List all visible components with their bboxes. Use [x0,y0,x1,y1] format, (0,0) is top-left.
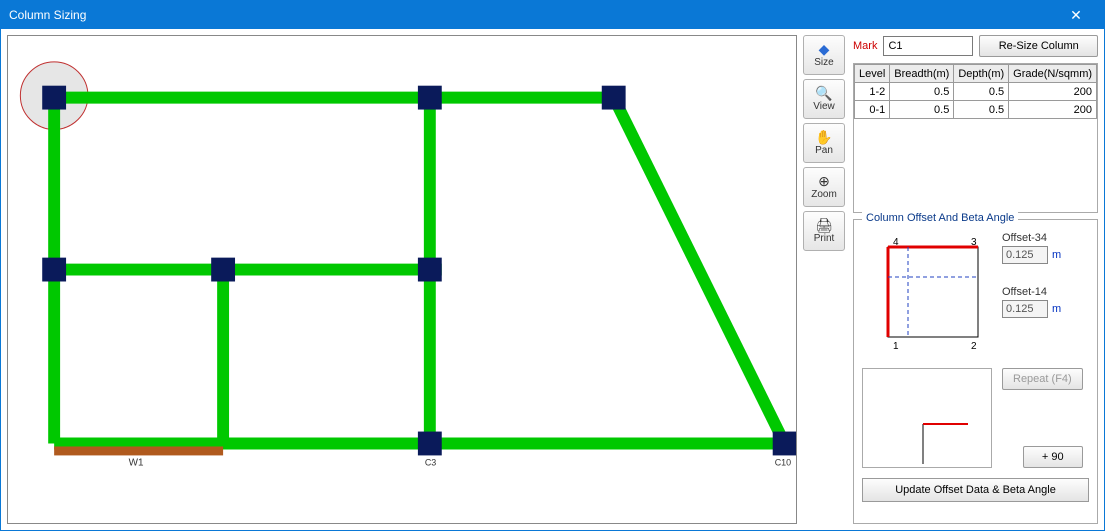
zoom-in-icon: ⊕ [818,174,830,188]
column-node[interactable] [211,258,235,282]
sizing-table[interactable]: Level Breadth(m) Depth(m) Grade(N/sqmm) … [854,64,1097,119]
cell[interactable]: 1-2 [855,83,890,101]
wall-label: W1 [129,457,144,468]
mark-label: Mark [853,40,877,52]
pan-button[interactable]: ✋ Pan [803,123,845,163]
print-button[interactable]: 🖨 Print [803,211,845,251]
pan-label: Pan [815,145,833,156]
svg-text:2: 2 [971,341,977,352]
col-grade[interactable]: Grade(N/sqmm) [1009,65,1097,83]
cell[interactable]: 200 [1009,83,1097,101]
cell[interactable]: 200 [1009,101,1097,119]
window-title: Column Sizing [9,8,86,22]
plan-svg: W1 C3 C10 [8,36,796,523]
table-row[interactable]: 0-1 0.5 0.5 200 [855,101,1097,119]
table-row[interactable]: 1-2 0.5 0.5 200 [855,83,1097,101]
cell[interactable]: 0-1 [855,101,890,119]
close-icon[interactable]: ✕ [1056,1,1096,29]
beta-controls: Repeat (F4) + 90 [1002,368,1083,468]
hand-icon: ✋ [815,130,832,144]
right-panel: Mark Re-Size Column Level Breadth(m) Dep… [853,35,1098,524]
zoom-button[interactable]: ⊕ Zoom [803,167,845,207]
offset-diagram: 4 3 1 2 [862,228,992,358]
plan-canvas[interactable]: W1 C3 C10 [7,35,797,524]
svg-text:3: 3 [971,237,977,248]
offset-14-input [1002,300,1048,318]
col-level[interactable]: Level [855,65,890,83]
column-node[interactable] [418,86,442,110]
mark-input[interactable] [883,36,973,56]
column-node[interactable] [42,258,66,282]
resize-column-button[interactable]: Re-Size Column [979,35,1098,57]
offset-row: 4 3 1 2 Offset-34 m Off [862,228,1089,358]
offset-14-field: Offset-14 m [1002,286,1061,318]
cell[interactable]: 0.5 [954,83,1009,101]
plus-90-button[interactable]: + 90 [1023,446,1083,468]
size-label: Size [814,57,833,68]
svg-text:4: 4 [893,237,899,248]
zoom-label: Zoom [811,189,837,200]
col-label-c3: C3 [425,457,436,467]
view-toolbar: ◆ Size 🔍 View ✋ Pan ⊕ Zoom 🖨 Print [803,35,849,524]
offset-legend: Column Offset And Beta Angle [862,212,1018,224]
svg-text:1: 1 [893,341,899,352]
unit-label: m [1052,249,1061,261]
offset-inputs: Offset-34 m Offset-14 m [1002,228,1061,358]
printer-icon: 🖨 [815,218,833,232]
print-label: Print [814,233,835,244]
col-depth[interactable]: Depth(m) [954,65,1009,83]
offset-34-field: Offset-34 m [1002,232,1061,264]
column-node[interactable] [602,86,626,110]
beta-row: Repeat (F4) + 90 [862,368,1089,468]
column-c1[interactable] [42,86,66,110]
size-button[interactable]: ◆ Size [803,35,845,75]
offset-34-label: Offset-34 [1002,232,1061,244]
mark-row: Mark Re-Size Column [853,35,1098,57]
content-area: W1 C3 C10 ◆ Size 🔍 View ✋ Pan ⊕ Zoom 🖨 P… [1,29,1104,530]
magnifier-icon: 🔍 [815,86,832,100]
beta-thumbnail [862,368,992,468]
diamond-icon: ◆ [819,42,830,56]
column-c10[interactable] [773,432,796,456]
unit-label: m [1052,303,1061,315]
cell[interactable]: 0.5 [890,83,954,101]
view-button[interactable]: 🔍 View [803,79,845,119]
col-breadth[interactable]: Breadth(m) [890,65,954,83]
offset-34-input [1002,246,1048,264]
cell[interactable]: 0.5 [954,101,1009,119]
wall-w1 [54,446,223,455]
column-c3[interactable] [418,432,442,456]
titlebar: Column Sizing ✕ [1,1,1104,29]
column-node[interactable] [418,258,442,282]
col-label-c10: C10 [775,457,791,467]
offset-fieldset: Column Offset And Beta Angle 4 [853,219,1098,524]
view-label: View [813,101,835,112]
sizing-grid[interactable]: Level Breadth(m) Depth(m) Grade(N/sqmm) … [853,63,1098,213]
cell[interactable]: 0.5 [890,101,954,119]
offset-14-label: Offset-14 [1002,286,1061,298]
repeat-button: Repeat (F4) [1002,368,1083,390]
update-offset-button[interactable]: Update Offset Data & Beta Angle [862,478,1089,502]
